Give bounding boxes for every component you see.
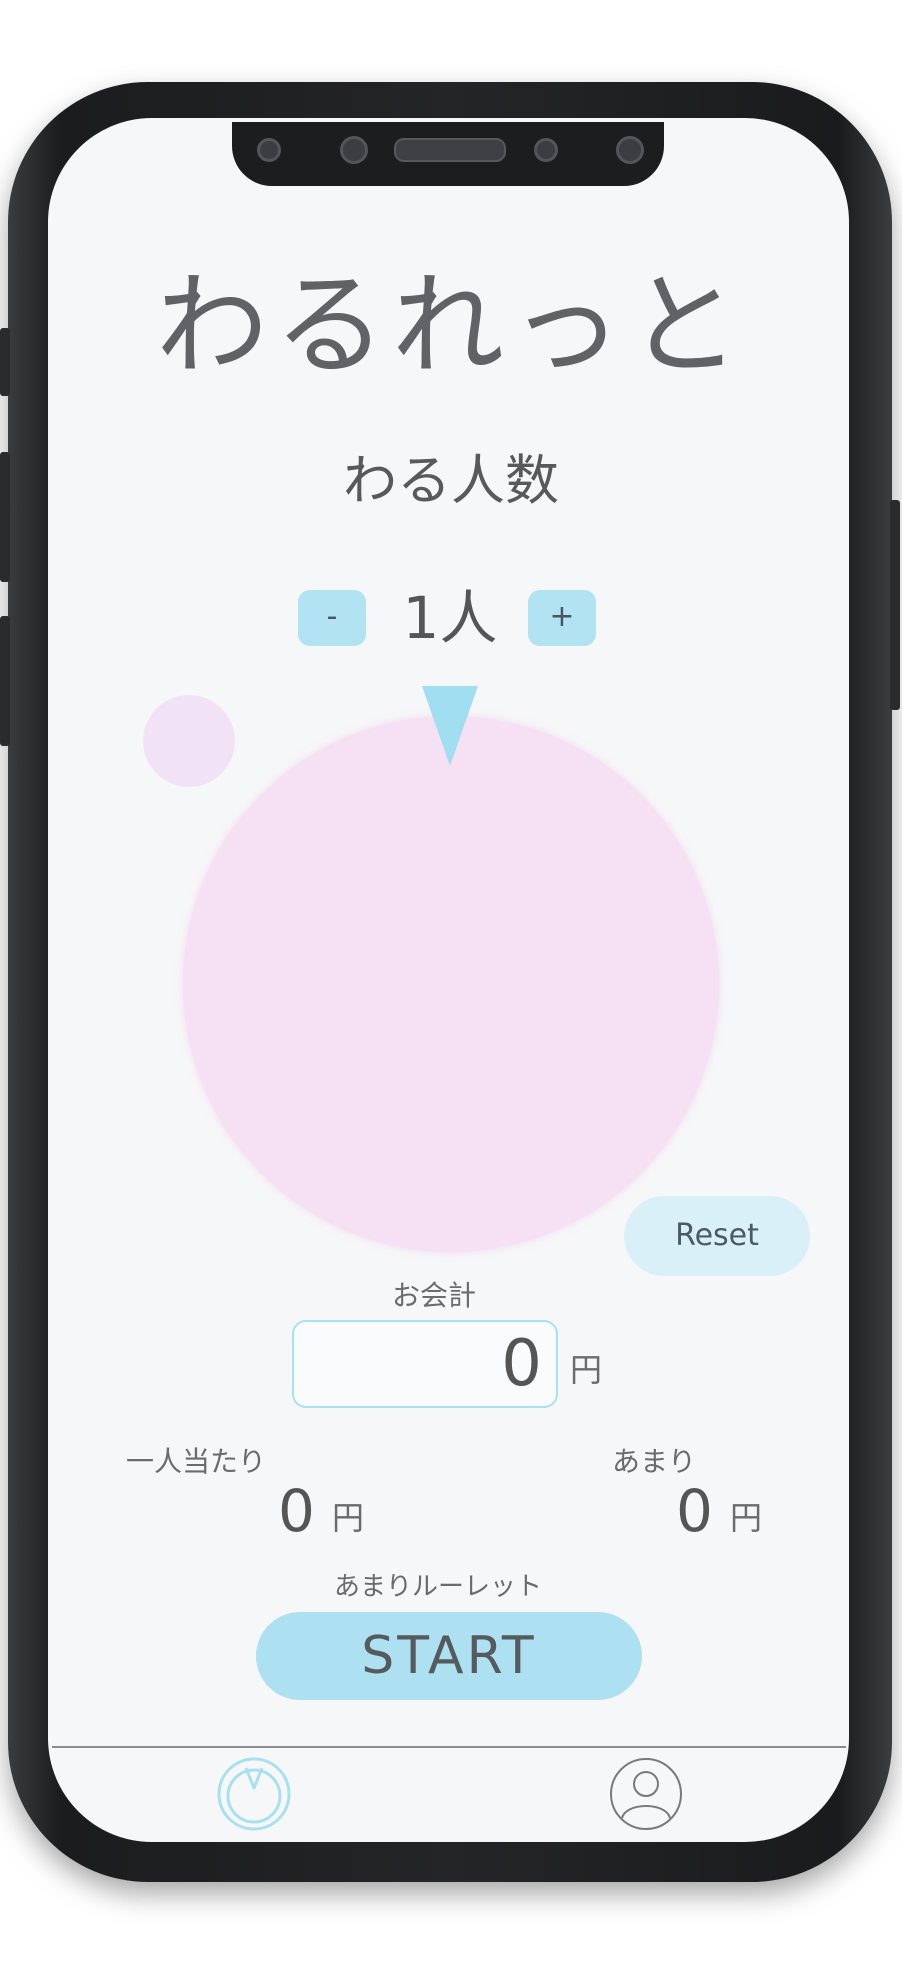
tab-profile[interactable] xyxy=(608,1756,684,1832)
tab-roulette[interactable] xyxy=(216,1756,292,1832)
increase-people-button[interactable]: + xyxy=(528,590,596,646)
bill-label: お会計 xyxy=(392,1279,477,1312)
bill-unit: 円 xyxy=(570,1351,603,1389)
decrease-people-button[interactable]: - xyxy=(298,590,366,646)
per-person-label: 一人当たり xyxy=(126,1445,267,1478)
roulette-label: あまりルーレット xyxy=(334,1572,543,1602)
app-title: わるれっと xyxy=(156,261,746,391)
remainder-value: 0 xyxy=(676,1477,713,1545)
wheel-pointer-icon xyxy=(422,686,478,766)
profile-icon xyxy=(610,1758,682,1830)
people-count-value: 1人 xyxy=(402,584,498,652)
sensor-dot xyxy=(257,138,281,162)
start-roulette-button[interactable]: START xyxy=(256,1612,642,1700)
bill-amount-input[interactable] xyxy=(292,1320,558,1408)
people-count-heading: わる人数 xyxy=(343,449,559,512)
remainder-label: あまり xyxy=(612,1445,697,1478)
reset-button[interactable]: Reset xyxy=(624,1196,810,1276)
roulette-icon xyxy=(217,1757,291,1831)
decorative-dot xyxy=(143,695,235,787)
remainder-unit: 円 xyxy=(730,1499,763,1537)
per-person-value: 0 xyxy=(278,1477,315,1545)
sensor-dot xyxy=(534,138,558,162)
power-button xyxy=(890,500,900,710)
speaker-grille xyxy=(394,138,506,162)
roulette-wheel xyxy=(183,716,719,1252)
tab-bar-divider xyxy=(52,1746,846,1748)
volume-down-button xyxy=(0,616,10,746)
per-person-unit: 円 xyxy=(332,1499,365,1537)
sensor-dot xyxy=(340,136,368,164)
front-camera xyxy=(616,136,644,164)
